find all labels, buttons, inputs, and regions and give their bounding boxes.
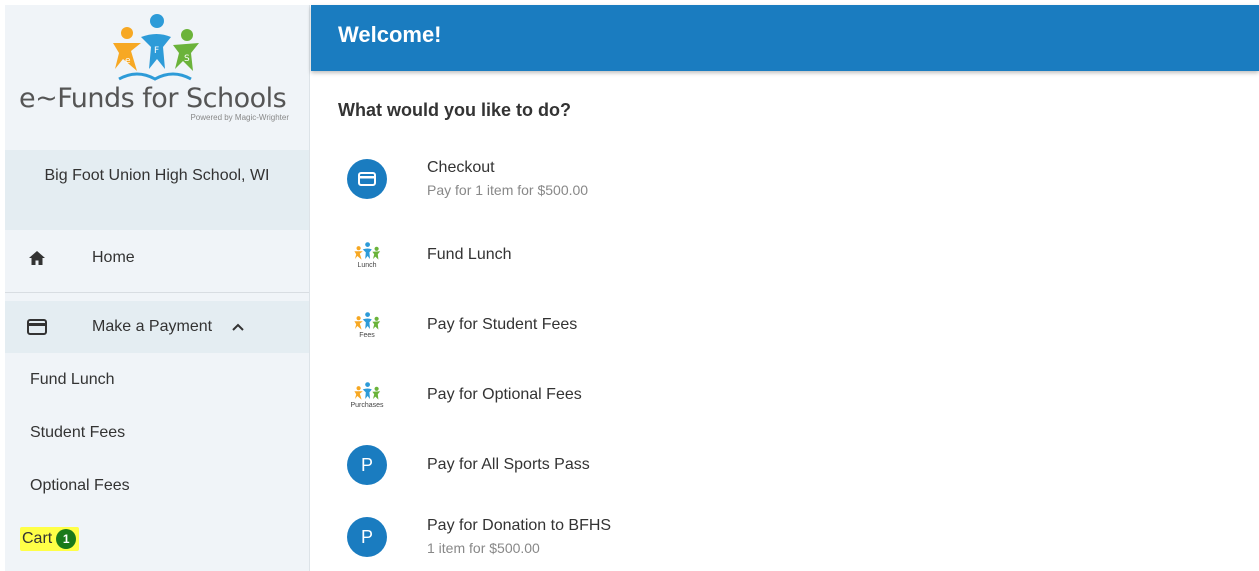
sidebar-item-student-fees[interactable]: Student Fees: [5, 406, 309, 459]
logo-letter-f: F: [154, 46, 159, 56]
action-text: Fund Lunch: [427, 245, 512, 265]
action-optional-fees[interactable]: Purchases Pay for Optional Fees: [346, 374, 1226, 416]
action-icon-slot: Lunch: [346, 234, 388, 276]
action-text: Pay for Student Fees: [427, 315, 577, 335]
efs-logo-icon: Purchases: [350, 381, 384, 409]
sidebar-item-home[interactable]: Home: [5, 230, 309, 286]
action-title: Pay for All Sports Pass: [427, 456, 590, 473]
icon-caption: Purchases: [350, 401, 384, 409]
chevron-up-icon[interactable]: [232, 318, 244, 336]
action-donation[interactable]: P Pay for Donation to BFHS 1 item for $5…: [346, 516, 1226, 558]
action-icon-slot: P: [346, 444, 388, 486]
sidebar-item-cart[interactable]: Cart 1: [5, 512, 309, 565]
efs-logo-icon: Fees: [352, 311, 382, 339]
p-circle-icon: P: [347, 445, 387, 485]
action-subtitle: 1 item for $500.00: [427, 540, 540, 556]
action-title: Fund Lunch: [427, 246, 512, 263]
action-text: Pay for Donation to BFHS 1 item for $500…: [427, 516, 611, 558]
brand-name: e~Funds for Schools: [19, 83, 287, 114]
action-student-fees[interactable]: Fees Pay for Student Fees: [346, 304, 1226, 346]
icon-caption: Lunch: [357, 261, 377, 269]
sidebar-item-student-fees-label: Student Fees: [30, 423, 126, 441]
action-text: Checkout Pay for 1 item for $500.00: [427, 158, 588, 200]
card-icon: [27, 317, 47, 337]
efs-logo-icon: e F S: [113, 14, 199, 81]
action-icon-slot: Fees: [346, 304, 388, 346]
sidebar-item-optional-fees-label: Optional Fees: [30, 476, 130, 494]
action-checkout[interactable]: Checkout Pay for 1 item for $500.00: [346, 158, 1226, 200]
action-fund-lunch[interactable]: Lunch Fund Lunch: [346, 234, 1226, 276]
home-icon: [27, 248, 47, 268]
sidebar-item-home-label: Home: [92, 249, 135, 266]
page-title: Welcome!: [338, 22, 442, 47]
sidebar-item-fund-lunch[interactable]: Fund Lunch: [5, 353, 309, 406]
action-title: Pay for Optional Fees: [427, 386, 582, 403]
p-circle-icon: P: [347, 517, 387, 557]
logo-letter-s: S: [184, 54, 190, 64]
school-name-text: Big Foot Union High School, WI: [44, 167, 270, 184]
icon-caption: Fees: [359, 331, 375, 339]
p-letter: P: [360, 454, 373, 475]
sidebar-item-make-payment[interactable]: Make a Payment: [5, 301, 309, 353]
cart-count-badge: 1: [56, 528, 77, 549]
sidebar-divider: [5, 292, 309, 293]
action-title: Checkout: [427, 159, 495, 176]
action-icon-slot: [346, 158, 388, 200]
action-title: Pay for Donation to BFHS: [427, 517, 612, 534]
action-title: Pay for Student Fees: [427, 316, 578, 333]
sidebar-item-cart-label: Cart: [22, 529, 53, 547]
school-name: Big Foot Union High School, WI: [5, 150, 309, 230]
action-icon-slot: P: [346, 516, 388, 558]
action-sports-pass[interactable]: P Pay for All Sports Pass: [346, 444, 1226, 486]
brand-logo[interactable]: e F S e~Funds for Schools Powered by Mag…: [5, 5, 309, 150]
action-text: Pay for Optional Fees: [427, 385, 582, 405]
action-text: Pay for All Sports Pass: [427, 455, 590, 475]
action-subtitle: Pay for 1 item for $500.00: [427, 182, 589, 198]
action-icon-slot: Purchases: [346, 374, 388, 416]
sidebar-item-fund-lunch-label: Fund Lunch: [30, 370, 115, 388]
brand-powered-by: Powered by Magic-Wrighter: [190, 113, 289, 122]
logo-letter-e: e: [125, 56, 131, 66]
sidebar: e F S e~Funds for Schools Powered by Mag…: [5, 5, 310, 571]
card-icon: [347, 159, 387, 199]
cart-highlight: Cart 1: [20, 526, 80, 551]
sidebar-item-make-payment-label: Make a Payment: [92, 318, 213, 335]
p-letter: P: [360, 526, 373, 547]
sidebar-item-optional-fees[interactable]: Optional Fees: [5, 459, 309, 512]
efs-logo-icon: Lunch: [352, 241, 382, 269]
action-prompt: What would you like to do?: [338, 100, 571, 120]
page-header: Welcome!: [311, 5, 1259, 71]
